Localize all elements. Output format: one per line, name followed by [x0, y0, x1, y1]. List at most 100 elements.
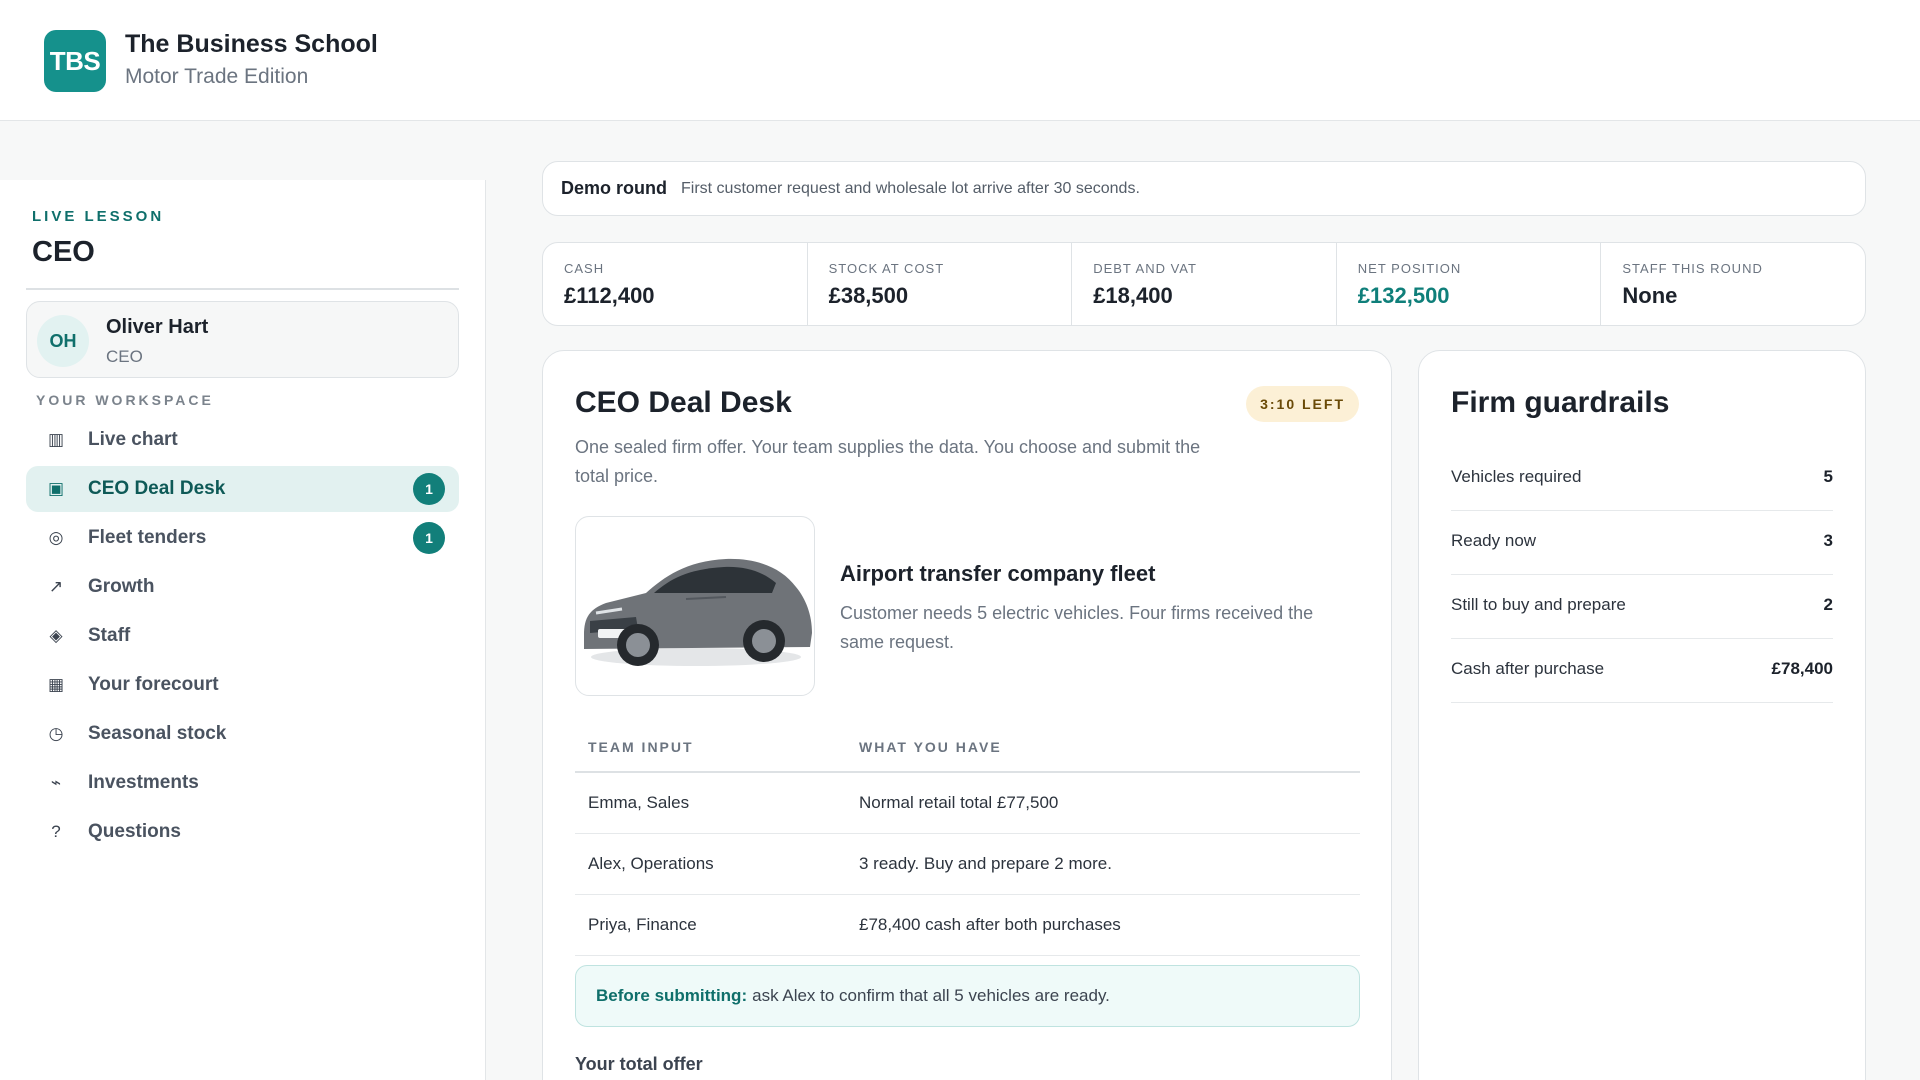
desk-icon: ▣	[47, 479, 65, 498]
list-item: Ready now 3	[1451, 511, 1833, 575]
stat-stock-at-cost: STOCK AT COST £38,500	[808, 243, 1073, 325]
brand-title: The Business School	[125, 30, 378, 58]
sidebar-item-seasonal-stock[interactable]: ◷ Seasonal stock	[26, 711, 459, 757]
grid-icon: ▦	[47, 675, 65, 694]
bar-chart-icon: ▥	[47, 430, 65, 449]
input-value-cell: Normal retail total £77,500	[859, 793, 1059, 812]
workspace-label: YOUR WORKSPACE	[36, 392, 214, 408]
stats-strip: CASH £112,400 STOCK AT COST £38,500 DEBT…	[542, 242, 1866, 326]
live-lesson-label: LIVE LESSON	[32, 208, 165, 225]
sidebar-item-staff[interactable]: ◈ Staff	[26, 613, 459, 659]
sidebar-item-questions[interactable]: ? Questions	[26, 809, 459, 855]
guardrails-list: Vehicles required 5 Ready now 3 Still to…	[1451, 447, 1833, 703]
clock-icon: ◷	[48, 724, 64, 743]
sidebar-item-label: Questions	[88, 821, 181, 842]
stat-net-position: NET POSITION £132,500	[1337, 243, 1602, 325]
request-title: Airport transfer company fleet	[840, 561, 1156, 586]
team-member-cell: Priya, Finance	[588, 915, 697, 934]
firm-guardrails-panel: Firm guardrails Vehicles required 5 Read…	[1418, 350, 1866, 1080]
stat-value: £38,500	[828, 283, 909, 308]
team-input-table: TEAM INPUT WHAT YOU HAVE Emma, Sales Nor…	[575, 721, 1360, 956]
target-icon: ◎	[48, 528, 64, 547]
stat-staff-this-round: STAFF THIS ROUND None	[1601, 243, 1865, 325]
sidebar: LIVE LESSON CEO OH Oliver Hart CEO YOUR …	[0, 180, 486, 1080]
user-card[interactable]: OH Oliver Hart CEO	[26, 301, 459, 378]
guardrail-value: 3	[1823, 531, 1833, 550]
sidebar-item-label: Investments	[88, 772, 199, 793]
list-item: Cash after purchase £78,400	[1451, 639, 1833, 703]
note-text: ask Alex to confirm that all 5 vehicles …	[752, 986, 1110, 1005]
sidebar-item-investments[interactable]: ⌁ Investments	[26, 760, 459, 806]
sidebar-item-your-forecourt[interactable]: ▦ Your forecourt	[26, 662, 459, 708]
user-role: CEO	[106, 347, 143, 366]
question-icon: ?	[51, 822, 61, 841]
notification-badge: 1	[413, 522, 445, 554]
stat-label: DEBT AND VAT	[1093, 261, 1197, 276]
deal-desk-panel: CEO Deal Desk 3:10 LEFT One sealed firm …	[542, 350, 1392, 1080]
sidebar-item-label: Staff	[88, 625, 131, 646]
list-item: Vehicles required 5	[1451, 447, 1833, 511]
guardrail-label: Ready now	[1451, 531, 1537, 550]
guardrail-value: 2	[1823, 595, 1833, 614]
total-offer-label: Your total offer	[575, 1054, 703, 1074]
table-row: Alex, Operations 3 ready. Buy and prepar…	[575, 834, 1360, 895]
note-heading: Before submitting:	[596, 986, 748, 1005]
round-description: First customer request and wholesale lot…	[681, 179, 1140, 197]
stat-value: £112,400	[564, 283, 655, 308]
list-item: Still to buy and prepare 2	[1451, 575, 1833, 639]
guardrails-title: Firm guardrails	[1451, 386, 1670, 419]
tbs-logo[interactable]: TBS	[44, 30, 106, 92]
stat-value: £132,500	[1357, 283, 1450, 308]
guardrail-label: Still to buy and prepare	[1451, 595, 1626, 614]
guardrail-value: £78,400	[1771, 659, 1833, 678]
sidebar-item-ceo-deal-desk[interactable]: ▣ CEO Deal Desk 1	[26, 466, 459, 512]
sidebar-item-label: Live chart	[88, 429, 178, 450]
electric-car-icon	[584, 558, 812, 666]
brand-subtitle: Motor Trade Edition	[125, 65, 309, 88]
guardrail-label: Vehicles required	[1451, 467, 1582, 486]
countdown-timer: 3:10 LEFT	[1246, 386, 1359, 422]
guardrail-label: Cash after purchase	[1451, 659, 1605, 678]
team-member-cell: Alex, Operations	[588, 854, 714, 873]
growth-arrow-icon: ↗	[48, 577, 64, 596]
table-row: Priya, Finance £78,400 cash after both p…	[575, 895, 1360, 956]
stat-label: NET POSITION	[1357, 261, 1462, 276]
role-title: CEO	[32, 236, 95, 268]
notification-badge: 1	[413, 473, 445, 505]
stat-cash: CASH £112,400	[543, 243, 808, 325]
sidebar-item-label: Seasonal stock	[88, 723, 227, 744]
vehicle-image	[575, 516, 815, 696]
sidebar-item-live-chart[interactable]: ▥ Live chart	[26, 417, 459, 463]
team-member-cell: Emma, Sales	[588, 793, 690, 812]
sidebar-divider	[26, 288, 459, 290]
request-description: Customer needs 5 electric vehicles. Four…	[840, 603, 1314, 652]
table-row: Emma, Sales Normal retail total £77,500	[575, 773, 1360, 834]
table-header: TEAM INPUT WHAT YOU HAVE	[575, 721, 1360, 773]
stat-label: CASH	[564, 261, 605, 276]
stat-value: £18,400	[1093, 283, 1173, 308]
sidebar-item-label: Your forecourt	[88, 674, 219, 695]
before-submitting-note: Before submitting: ask Alex to confirm t…	[575, 965, 1360, 1027]
stat-value: None	[1622, 283, 1678, 308]
app-header: TBS The Business School Motor Trade Edit…	[0, 0, 1920, 121]
sidebar-item-label: Growth	[88, 576, 155, 597]
round-title: Demo round	[561, 178, 667, 198]
guardrail-value: 5	[1823, 467, 1833, 486]
stat-label: STAFF THIS ROUND	[1622, 261, 1763, 276]
stat-debt-and-vat: DEBT AND VAT £18,400	[1072, 243, 1337, 325]
user-name: Oliver Hart	[106, 316, 209, 338]
input-value-cell: 3 ready. Buy and prepare 2 more.	[859, 854, 1112, 873]
round-banner: Demo round First customer request and wh…	[542, 161, 1866, 216]
sidebar-item-growth[interactable]: ↗ Growth	[26, 564, 459, 610]
column-header-team-input: TEAM INPUT	[588, 739, 694, 755]
deal-description: One sealed firm offer. Your team supplie…	[575, 437, 1201, 486]
sidebar-item-fleet-tenders[interactable]: ◎ Fleet tenders 1	[26, 515, 459, 561]
diamond-icon: ◈	[49, 626, 63, 645]
input-value-cell: £78,400 cash after both purchases	[859, 915, 1121, 934]
trend-icon: ⌁	[50, 773, 62, 792]
avatar: OH	[37, 315, 89, 367]
sidebar-item-label: CEO Deal Desk	[88, 478, 226, 499]
sidebar-item-label: Fleet tenders	[88, 527, 207, 548]
stat-label: STOCK AT COST	[828, 261, 945, 276]
column-header-what-you-have: WHAT YOU HAVE	[859, 739, 1002, 755]
